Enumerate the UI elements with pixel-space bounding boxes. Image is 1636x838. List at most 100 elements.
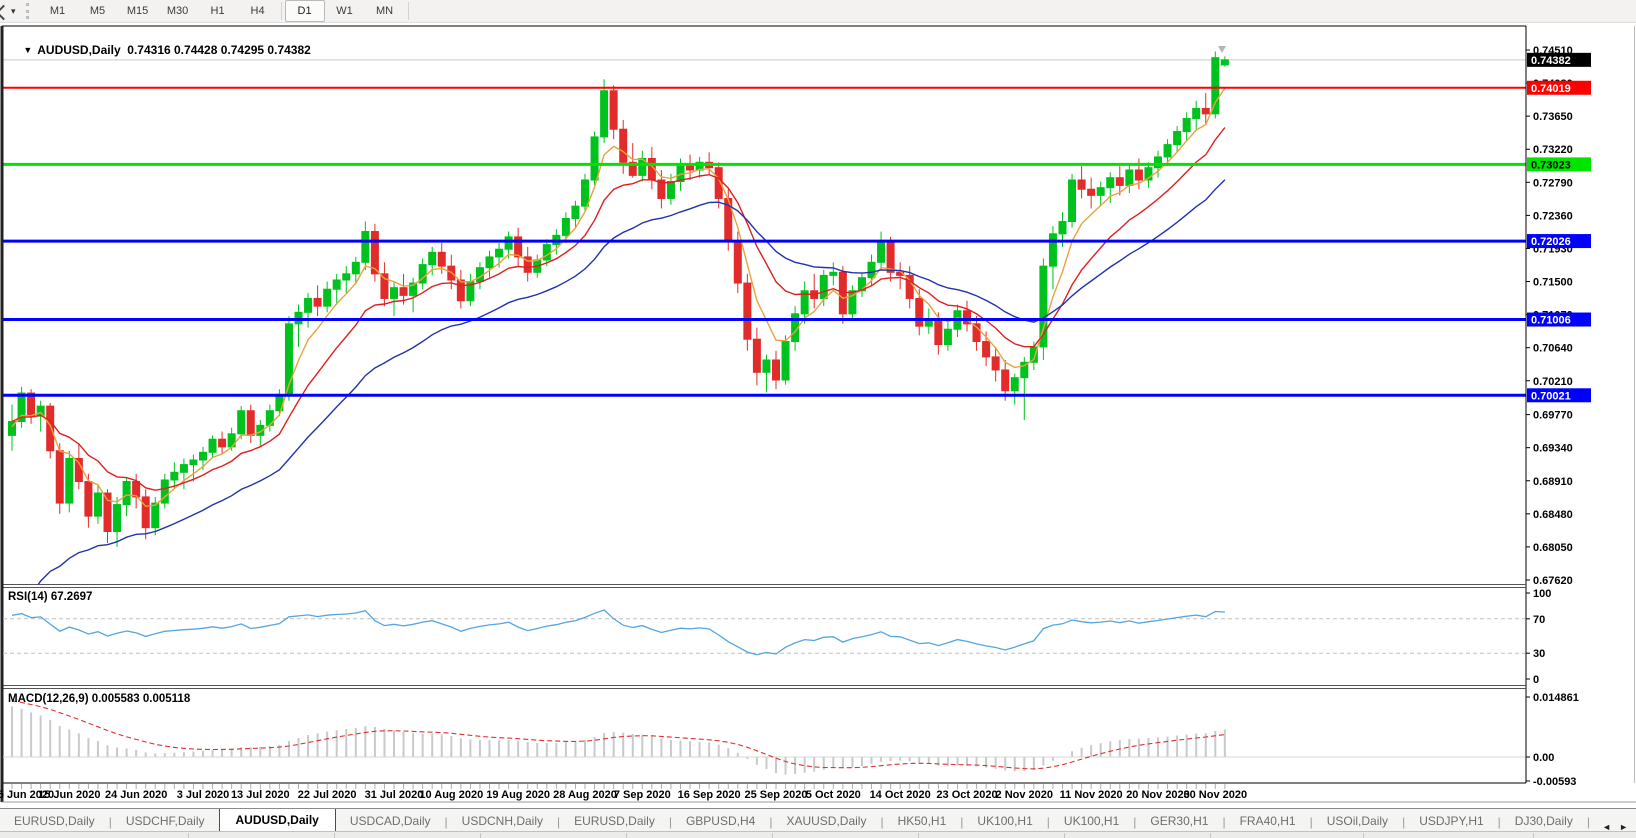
chart-tab-usdcnh-daily[interactable]: USDCNH,Daily [448, 811, 557, 832]
svg-text:0.67620: 0.67620 [1533, 575, 1573, 587]
svg-text:0.72026: 0.72026 [1531, 236, 1571, 248]
chart-tab-xauusd-daily[interactable]: XAUUSD,Daily [772, 811, 880, 832]
svg-text:15 Jun 2020: 15 Jun 2020 [38, 789, 100, 801]
svg-text:22 Jul 2020: 22 Jul 2020 [298, 789, 357, 801]
svg-text:0.73023: 0.73023 [1531, 159, 1571, 171]
timeframe-button-w1[interactable]: W1 [325, 0, 365, 22]
svg-text:25 Sep 2020: 25 Sep 2020 [745, 789, 808, 801]
timeframe-buttons: M1 M5 M15 M30 H1 H4 D1 W1 MN [38, 0, 412, 22]
chart-tab-uk100-h1[interactable]: UK100,H1 [963, 811, 1046, 832]
svg-text:0.00: 0.00 [1533, 752, 1554, 764]
svg-text:0.73650: 0.73650 [1533, 111, 1573, 123]
timeframe-button-h1[interactable]: H1 [198, 0, 238, 22]
toolbar-separator [407, 2, 409, 20]
toolbar-grip-handle[interactable] [25, 3, 32, 19]
mt4-terminal-window: ▾ M1 M5 M15 M30 H1 H4 D1 W1 MN ▼ AUDUSD,Daily 0.7… [0, 0, 1636, 838]
chart-tab-audusd-daily[interactable]: AUDUSD,Daily [218, 809, 336, 832]
chart-canvas[interactable]: 0.74510 0.74080 0.73650 0.73220 0.72790 0.723… [0, 0, 1636, 806]
rsi-axis: 100 70 30 0 RSI(14) 67.2697 [8, 588, 1551, 686]
status-bar-divider [188, 833, 189, 838]
svg-text:10 Aug 2020: 10 Aug 2020 [419, 789, 483, 801]
timeframe-button-mn[interactable]: MN [365, 0, 405, 22]
status-bar-divider [1064, 833, 1065, 838]
status-bar-divider [918, 833, 919, 838]
svg-text:23 Oct 2020: 23 Oct 2020 [936, 789, 997, 801]
collapse-triangle-icon[interactable]: ▼ [23, 45, 32, 55]
svg-text:-0.00593: -0.00593 [1533, 776, 1576, 788]
timeframe-button-d1[interactable]: D1 [284, 0, 325, 22]
svg-text:16 Sep 2020: 16 Sep 2020 [678, 789, 741, 801]
svg-text:0.71070: 0.71070 [1533, 310, 1573, 322]
timeframe-button-m30[interactable]: M30 [158, 0, 198, 22]
svg-text:0.71500: 0.71500 [1533, 277, 1573, 289]
svg-text:11 Nov 2020: 11 Nov 2020 [1060, 789, 1123, 801]
chart-tab-fra40-h1[interactable]: FRA40,H1 [1226, 811, 1310, 832]
moving-averages [11, 87, 1226, 584]
svg-text:24 Jun 2020: 24 Jun 2020 [105, 789, 167, 801]
svg-text:0.70210: 0.70210 [1533, 376, 1573, 388]
svg-text:0.68910: 0.68910 [1533, 476, 1573, 488]
svg-text:0.73220: 0.73220 [1533, 144, 1573, 156]
chart-tab-usoil-daily[interactable]: USOil,Daily [1313, 811, 1402, 832]
svg-text:0.68480: 0.68480 [1533, 509, 1573, 521]
timeframes-toolbar: ▾ M1 M5 M15 M30 H1 H4 D1 W1 MN [0, 0, 1636, 23]
cursor-tool-icon[interactable] [0, 5, 9, 18]
svg-text:3 Jul 2020: 3 Jul 2020 [177, 789, 230, 801]
rsi-pane [3, 609, 1525, 656]
timeframe-button-h4[interactable]: H4 [238, 0, 278, 22]
svg-text:100: 100 [1533, 588, 1551, 600]
svg-text:0: 0 [1533, 674, 1539, 686]
svg-text:0.69770: 0.69770 [1533, 410, 1573, 422]
chart-tab-hk50-h1[interactable]: HK50,H1 [884, 811, 961, 832]
tool-button[interactable]: ▾ [0, 0, 20, 22]
status-bar-divider [1363, 833, 1364, 838]
chart-tab-uk100-h1[interactable]: UK100,H1 [1050, 811, 1133, 832]
chart-tab-bar: EURUSD,Daily | USDCHF,Daily AUDUSD,Daily USD… [0, 808, 1636, 832]
chart-ohlc-values: 0.74316 0.74428 0.74295 0.74382 [127, 43, 311, 57]
svg-text:0.74510: 0.74510 [1533, 45, 1573, 57]
svg-text:28 Aug 2020: 28 Aug 2020 [553, 789, 617, 801]
status-bar-divider [626, 833, 627, 838]
svg-text:0.74019: 0.74019 [1531, 83, 1571, 95]
svg-text:0.69340: 0.69340 [1533, 443, 1573, 455]
svg-text:5 Jun 2020: 5 Jun 2020 [0, 789, 54, 801]
svg-text:20 Nov 2020: 20 Nov 2020 [1126, 789, 1190, 801]
svg-text:5 Oct 2020: 5 Oct 2020 [806, 789, 861, 801]
timeframe-button-m1[interactable]: M1 [38, 0, 78, 22]
svg-text:0.68050: 0.68050 [1533, 542, 1573, 554]
price-axis: 0.74510 0.74080 0.73650 0.73220 0.72790 0.723… [1525, 26, 1591, 783]
chart-tab-usdjpy-h1[interactable]: USDJPY,H1 [1405, 811, 1497, 832]
macd-axis: 0.014861 0.00 -0.00593 MACD(12,26,9) 0.0055… [8, 689, 1579, 788]
svg-text:14 Oct 2020: 14 Oct 2020 [870, 789, 931, 801]
level-lines [3, 86, 1526, 397]
timeframe-button-m5[interactable]: M5 [78, 0, 118, 22]
chart-tab-ger30-h1[interactable]: GER30,H1 [1136, 811, 1222, 832]
svg-text:0.014861: 0.014861 [1533, 692, 1579, 704]
svg-text:31 Jul 2020: 31 Jul 2020 [365, 789, 424, 801]
status-bar-divider [1210, 833, 1211, 838]
svg-text:0.71006: 0.71006 [1531, 315, 1571, 327]
chart-tab-dj30-daily[interactable]: DJ30,Daily [1501, 811, 1587, 832]
timeframe-button-m15[interactable]: M15 [118, 0, 158, 22]
svg-text:2 Nov 2020: 2 Nov 2020 [996, 789, 1053, 801]
tool-dropdown-icon[interactable]: ▾ [11, 6, 16, 17]
chart-tab-usdchf-daily[interactable]: USDCHF,Daily [112, 811, 219, 832]
chart-symbol-label: AUDUSD,Daily [37, 43, 121, 57]
svg-text:7 Sep 2020: 7 Sep 2020 [614, 789, 671, 801]
status-bar-divider [480, 833, 481, 838]
rsi-label: RSI(14) 67.2697 [8, 591, 92, 603]
status-bar-divider [334, 833, 335, 838]
date-axis: 5 Jun 202015 Jun 2020 24 Jun 2020 3 Jul 20… [0, 784, 1247, 801]
chart-tab-gbpusd-h4[interactable]: GBPUSD,H4 [672, 811, 769, 832]
candles-layer [8, 51, 1229, 547]
svg-text:13 Jul 2020: 13 Jul 2020 [231, 789, 290, 801]
svg-text:0.74382: 0.74382 [1531, 55, 1571, 67]
chart-tab-eurusd-daily[interactable]: EURUSD,Daily [0, 811, 109, 832]
chart-tab-eurusd-daily[interactable]: EURUSD,Daily [560, 811, 669, 832]
svg-text:19 Aug 2020: 19 Aug 2020 [486, 789, 550, 801]
svg-text:30: 30 [1533, 648, 1545, 660]
chart-tab-usdcad-daily[interactable]: USDCAD,Daily [336, 811, 445, 832]
chart-shift-marker [1218, 46, 1226, 53]
svg-text:0.71930: 0.71930 [1533, 243, 1573, 255]
svg-text:0.74080: 0.74080 [1533, 78, 1573, 90]
